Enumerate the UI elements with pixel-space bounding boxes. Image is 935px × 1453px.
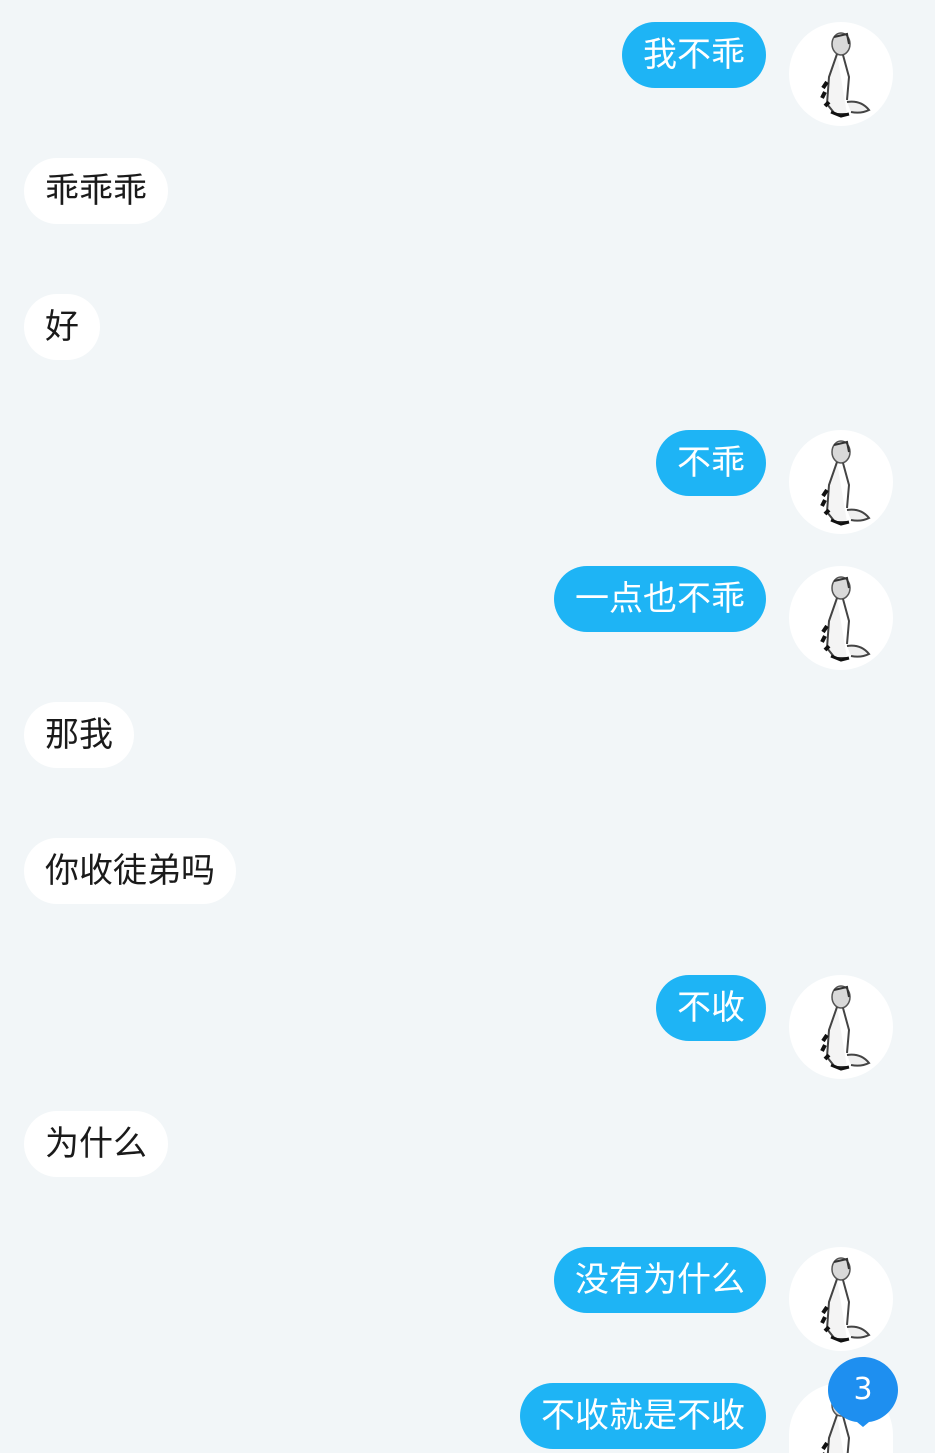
incoming-message-bubble[interactable]: 为什么 xyxy=(24,1111,168,1177)
avatar-figure-icon xyxy=(820,575,871,662)
avatar-figure-icon xyxy=(820,984,871,1071)
outgoing-message-bubble[interactable]: 不收就是不收 xyxy=(520,1383,766,1449)
incoming-message-bubble[interactable]: 乖乖乖 xyxy=(24,158,168,224)
user-avatar[interactable] xyxy=(789,566,893,670)
outgoing-message-bubble[interactable]: 我不乖 xyxy=(622,22,766,88)
incoming-message-bubble[interactable]: 你收徒弟吗 xyxy=(24,838,236,904)
avatar-figure-icon xyxy=(820,439,871,526)
incoming-message-bubble[interactable]: 那我 xyxy=(24,702,134,768)
avatar-figure-icon xyxy=(820,31,871,118)
unread-count-badge[interactable]: 3 xyxy=(828,1355,900,1427)
avatar-figure-icon xyxy=(820,1256,871,1343)
incoming-message-bubble[interactable]: 好 xyxy=(24,294,100,360)
outgoing-message-bubble[interactable]: 一点也不乖 xyxy=(554,566,766,632)
user-avatar[interactable] xyxy=(789,975,893,1079)
chat-message-list[interactable]: 我不乖 乖乖乖 好 不乖 一点也不乖 那我 你收徒弟吗 不收 为什么 没有为什么… xyxy=(0,0,935,1453)
outgoing-message-bubble[interactable]: 不收 xyxy=(656,975,766,1041)
user-avatar[interactable] xyxy=(789,22,893,126)
outgoing-message-bubble[interactable]: 没有为什么 xyxy=(554,1247,766,1313)
outgoing-message-bubble[interactable]: 不乖 xyxy=(656,430,766,496)
unread-count: 3 xyxy=(853,1372,873,1407)
user-avatar[interactable] xyxy=(789,430,893,534)
user-avatar[interactable] xyxy=(789,1247,893,1351)
